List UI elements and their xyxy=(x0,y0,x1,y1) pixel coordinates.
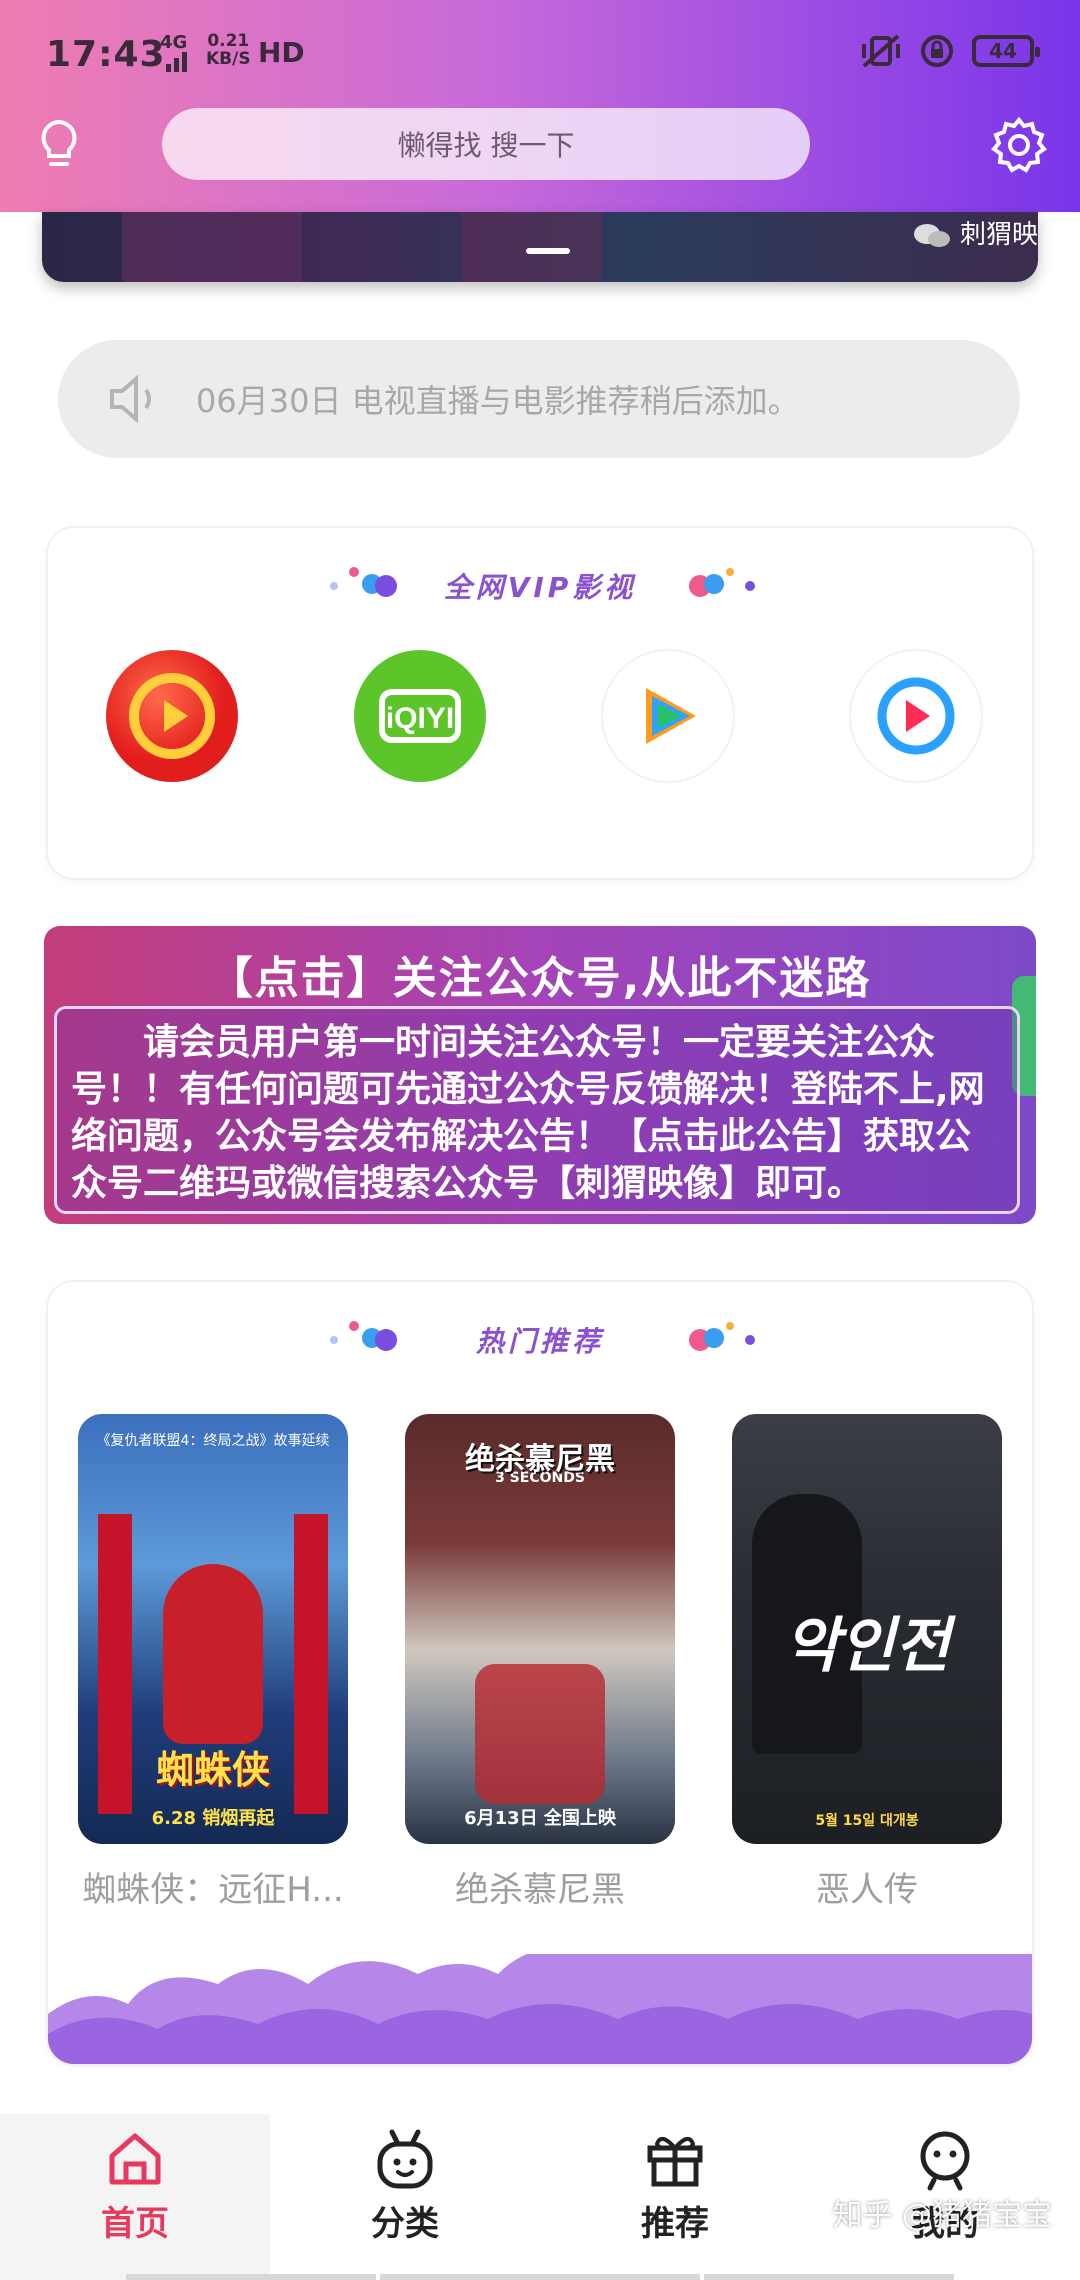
banner-tag-text: 刺猬映 xyxy=(959,220,1038,250)
banner-tag: 刺猬映 xyxy=(912,214,1038,251)
user-icon xyxy=(920,2131,970,2191)
poster-date: 6月13日 全国上映 xyxy=(464,1808,616,1829)
notice-bar[interactable]: 06月30日 电视直播与电影推荐稍后添加。 xyxy=(58,340,1020,458)
decor-dots-right xyxy=(689,1322,755,1351)
hot-section-card: 热门推荐 《复仇者联盟4：终局之战》故事延续 蜘蛛侠 6.28 销烟再起 蜘蛛侠… xyxy=(46,1280,1034,2066)
nav-category-label: 分类 xyxy=(371,2204,439,2244)
movie-item[interactable]: 악인전 5월 15일 대개봉 恶人传 xyxy=(732,1414,1002,1911)
vip-section-card: 全网VIP影视 iQIYI xyxy=(46,526,1034,880)
vip-section-title: 全网VIP影视 xyxy=(443,571,637,604)
robot-face-icon xyxy=(377,2129,433,2189)
nav-category[interactable]: 分类 xyxy=(270,2114,540,2280)
status-time: 17:43 xyxy=(46,34,166,75)
iqiyi-label: iQIYI xyxy=(386,702,454,735)
iqiyi-icon[interactable]: iQIYI xyxy=(352,648,488,784)
network-type: 4G xyxy=(160,32,188,53)
search-placeholder: 懒得找 搜一下 xyxy=(397,129,575,162)
speed-value: 0.21 xyxy=(207,31,250,51)
hot-section-title: 热门推荐 xyxy=(475,1325,604,1358)
wechat-icon xyxy=(913,223,950,247)
poster-date: 6.28 销烟再起 xyxy=(151,1808,275,1829)
lightbulb-icon[interactable] xyxy=(28,114,90,176)
network-speed: 0.21 KB/S xyxy=(206,32,251,68)
system-nav-segment xyxy=(380,2274,700,2280)
system-nav-segment xyxy=(704,2274,954,2280)
lock-rotation-icon xyxy=(921,35,953,67)
carousel-banner[interactable]: 刺猬映 xyxy=(42,212,1038,282)
poster-title: 악인전 xyxy=(784,1611,950,1681)
notice-text: 06月30日 电视直播与电影推荐稍后添加。 xyxy=(196,382,800,420)
battery-level: 44 xyxy=(989,39,1017,63)
youku-icon[interactable] xyxy=(848,648,984,784)
movie-name[interactable]: 恶人传 xyxy=(732,1862,1002,1911)
hd-indicator: HD xyxy=(258,36,305,69)
watermark: 知乎 @猪猪宝宝 xyxy=(832,2198,1052,2233)
battery-indicator: 44 xyxy=(972,35,1040,67)
vibrate-mute-icon xyxy=(862,34,900,68)
status-bar: 17:43 4G 0.21 KB/S HD 44 xyxy=(0,22,1080,92)
nav-home[interactable]: 首页 xyxy=(0,2114,270,2280)
gift-icon xyxy=(647,2136,703,2187)
movie-poster[interactable]: 악인전 5월 15일 대개봉 xyxy=(732,1414,1002,1844)
movie-name[interactable]: 蜘蛛侠：远征H... xyxy=(78,1862,348,1911)
gear-icon[interactable] xyxy=(988,114,1050,176)
poster-title: 蜘蛛侠 xyxy=(155,1748,270,1792)
status-right: 44 xyxy=(860,34,1040,68)
promo-title: 【点击】关注公众号,从此不迷路 xyxy=(208,953,872,1004)
follow-account-promo[interactable]: 【点击】关注公众号,从此不迷路 请会员用户第一时间关注公众号！一定要关注公众号！… xyxy=(44,926,1036,1224)
movie-item[interactable]: 3 SECONDS 绝杀慕尼黑 6月13日 全国上映 绝杀慕尼黑 xyxy=(405,1414,675,1911)
poster-figure xyxy=(163,1564,263,1744)
speaker-icon xyxy=(110,374,151,424)
cloud-decoration xyxy=(48,1954,1032,2064)
nav-recommend[interactable]: 推荐 xyxy=(540,2114,810,2280)
search-bar[interactable]: 懒得找 搜一下 xyxy=(162,108,810,180)
tencent-video-icon[interactable] xyxy=(600,648,736,784)
movie-poster[interactable]: 《复仇者联盟4：终局之战》故事延续 蜘蛛侠 6.28 销烟再起 xyxy=(78,1414,348,1844)
system-nav-segment xyxy=(126,2274,376,2280)
poster-figure xyxy=(475,1664,605,1804)
carousel-indicator[interactable] xyxy=(526,248,570,254)
app-header: 17:43 4G 0.21 KB/S HD 44 懒得找 搜一下 xyxy=(0,0,1080,212)
vip-app-list: iQIYI xyxy=(48,648,1032,798)
banner-decoration xyxy=(462,212,602,282)
huya-video-icon[interactable] xyxy=(104,648,240,784)
home-icon xyxy=(109,2133,161,2185)
decor-dots-right xyxy=(689,568,755,597)
poster-date: 5월 15일 대개봉 xyxy=(815,1813,919,1829)
promo-body: 请会员用户第一时间关注公众号！一定要关注公众号！！有任何问题可先通过公众号反馈解… xyxy=(54,1006,1020,1214)
movie-item[interactable]: 《复仇者联盟4：终局之战》故事延续 蜘蛛侠 6.28 销烟再起 蜘蛛侠：远征H.… xyxy=(78,1414,348,1911)
nav-recommend-label: 推荐 xyxy=(641,2204,709,2244)
banner-decoration xyxy=(122,212,302,282)
speed-unit: KB/S xyxy=(206,49,251,69)
poster-tagline: 《复仇者联盟4：终局之战》故事延续 xyxy=(96,1433,330,1449)
network-indicator: 4G xyxy=(160,34,194,74)
poster-title: 绝杀慕尼黑 xyxy=(465,1442,615,1477)
movie-poster[interactable]: 3 SECONDS 绝杀慕尼黑 6月13日 全国上映 xyxy=(405,1414,675,1844)
movie-name[interactable]: 绝杀慕尼黑 xyxy=(405,1862,675,1911)
nav-home-label: 首页 xyxy=(101,2204,169,2244)
